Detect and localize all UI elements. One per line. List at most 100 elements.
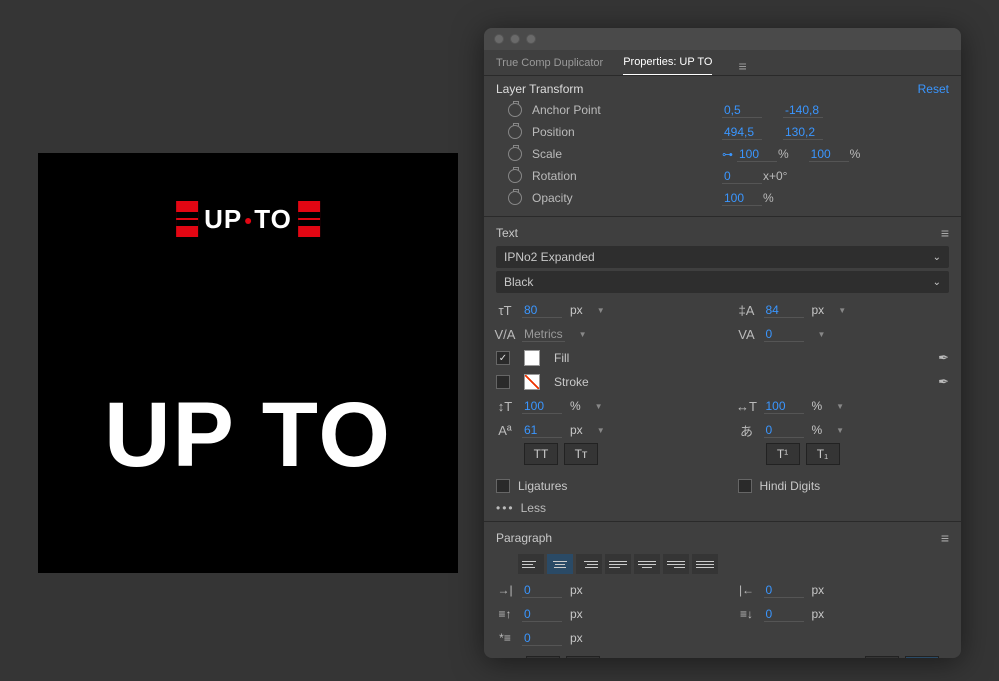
caret-down-icon[interactable]: ▼	[579, 330, 587, 339]
composer-single-button[interactable]: ▭	[865, 656, 899, 658]
indent-right-value[interactable]: 0	[764, 583, 804, 598]
font-size-value[interactable]: 80	[522, 303, 562, 318]
tsume-icon: あ	[738, 421, 756, 439]
logo-graphic: UPTO	[176, 201, 320, 237]
font-family-value: IPNo2 Expanded	[504, 250, 595, 264]
traffic-minimize[interactable]	[510, 34, 520, 44]
paragraph-align-group	[518, 554, 949, 574]
fill-checkbox[interactable]: ✓	[496, 351, 510, 365]
traffic-close[interactable]	[494, 34, 504, 44]
caret-down-icon[interactable]: ▼	[595, 402, 603, 411]
kerning-value[interactable]: Metrics	[522, 327, 565, 342]
kerning-icon: V/A	[496, 325, 514, 343]
stroke-checkbox[interactable]	[496, 375, 510, 389]
logo-block	[298, 201, 320, 237]
space-after-icon: ≡↓	[738, 607, 756, 621]
anchor-x[interactable]: 0,5	[722, 103, 762, 118]
ligatures-label: Ligatures	[518, 479, 567, 493]
stroke-label: Stroke	[554, 375, 589, 389]
anchor-point-label: Anchor Point	[532, 103, 722, 117]
caret-down-icon[interactable]: ▼	[836, 402, 844, 411]
rotation-label: Rotation	[532, 169, 722, 183]
caret-down-icon[interactable]: ▼	[597, 426, 605, 435]
layer-main-text: UP TO	[104, 383, 392, 488]
all-caps-button[interactable]: TT	[524, 443, 558, 465]
stopwatch-icon[interactable]	[508, 191, 522, 205]
tracking-icon: VA	[738, 325, 756, 343]
fill-swatch[interactable]	[524, 350, 540, 366]
caret-down-icon[interactable]: ▼	[836, 426, 844, 435]
leading-icon: ‡A	[738, 301, 756, 319]
logo-block	[176, 201, 198, 237]
section-paragraph: Paragraph ≡ →| 0px |← 0px ≡↑ 0px	[484, 521, 961, 658]
section-text: Text ≡ IPNo2 Expanded ⌄ Black ⌄ τT 80px▼…	[484, 216, 961, 521]
indent-left-icon: →|	[496, 583, 514, 597]
position-y[interactable]: 130,2	[783, 125, 823, 140]
stopwatch-icon[interactable]	[508, 103, 522, 117]
caret-down-icon[interactable]: ▼	[597, 306, 605, 315]
anchor-y[interactable]: -140,8	[783, 103, 823, 118]
stopwatch-icon[interactable]	[508, 147, 522, 161]
stroke-swatch[interactable]	[524, 374, 540, 390]
justify-last-right-button[interactable]	[663, 554, 689, 574]
justify-last-center-button[interactable]	[634, 554, 660, 574]
tsume-value[interactable]: 0	[764, 423, 804, 438]
vertical-scale-icon: ↕T	[496, 397, 514, 415]
font-weight-dropdown[interactable]: Black ⌄	[496, 271, 949, 293]
eyedropper-icon[interactable]: ✒	[938, 350, 949, 366]
rotation-turns[interactable]: 0	[722, 169, 762, 184]
tracking-value[interactable]: 0	[764, 327, 804, 342]
subscript-button[interactable]: T₁	[806, 443, 840, 465]
font-family-dropdown[interactable]: IPNo2 Expanded ⌄	[496, 246, 949, 268]
constrain-link-icon[interactable]: ⊶	[722, 148, 733, 161]
tab-true-comp-duplicator[interactable]: True Comp Duplicator	[496, 57, 603, 75]
align-left-button[interactable]	[518, 554, 544, 574]
panel-menu-icon[interactable]: ≡	[738, 58, 746, 74]
small-caps-button[interactable]: Tᴛ	[564, 443, 598, 465]
section-menu-icon[interactable]: ≡	[941, 530, 949, 546]
align-right-button[interactable]	[576, 554, 602, 574]
justify-last-left-button[interactable]	[605, 554, 631, 574]
properties-panel: True Comp Duplicator Properties: UP TO ≡…	[484, 28, 961, 658]
reset-button[interactable]: Reset	[918, 82, 949, 96]
transform-title: Layer Transform	[496, 82, 583, 96]
leading-value[interactable]: 84	[764, 303, 804, 318]
caret-down-icon[interactable]: ▼	[838, 306, 846, 315]
hindi-digits-checkbox[interactable]	[738, 479, 752, 493]
vscale-value[interactable]: 100	[522, 399, 562, 414]
align-center-button[interactable]	[547, 554, 573, 574]
position-label: Position	[532, 125, 722, 139]
font-size-icon: τT	[496, 301, 514, 319]
space-before-icon: ≡↑	[496, 607, 514, 621]
caret-down-icon[interactable]: ▼	[818, 330, 826, 339]
ligatures-checkbox[interactable]	[496, 479, 510, 493]
fill-label: Fill	[554, 351, 569, 365]
baseline-value[interactable]: 61	[522, 423, 562, 438]
traffic-zoom[interactable]	[526, 34, 536, 44]
scale-label: Scale	[532, 147, 722, 161]
justify-all-button[interactable]	[692, 554, 718, 574]
panel-tabs: True Comp Duplicator Properties: UP TO ≡	[484, 50, 961, 75]
scale-x[interactable]: 100	[737, 147, 777, 162]
stopwatch-icon[interactable]	[508, 169, 522, 183]
composer-every-button[interactable]: ▣	[905, 656, 939, 658]
first-line-indent-value[interactable]: 0	[522, 631, 562, 646]
text-less-toggle[interactable]: ••• Less	[496, 501, 949, 515]
text-direction-ltr-button[interactable]: ▶¶	[526, 656, 560, 658]
position-x[interactable]: 494,5	[722, 125, 762, 140]
space-after-value[interactable]: 0	[764, 607, 804, 622]
indent-left-value[interactable]: 0	[522, 583, 562, 598]
space-before-value[interactable]: 0	[522, 607, 562, 622]
preview-canvas: UPTO UP TO	[38, 153, 458, 573]
section-menu-icon[interactable]: ≡	[941, 225, 949, 241]
opacity-value[interactable]: 100	[722, 191, 762, 206]
opacity-label: Opacity	[532, 191, 722, 205]
scale-y[interactable]: 100	[809, 147, 849, 162]
superscript-button[interactable]: T¹	[766, 443, 800, 465]
text-direction-rtl-button[interactable]: ¶◀	[566, 656, 600, 658]
stopwatch-icon[interactable]	[508, 125, 522, 139]
tab-properties[interactable]: Properties: UP TO	[623, 56, 712, 75]
hscale-value[interactable]: 100	[764, 399, 804, 414]
baseline-shift-icon: Aª	[496, 421, 514, 439]
eyedropper-icon[interactable]: ✒	[938, 374, 949, 390]
